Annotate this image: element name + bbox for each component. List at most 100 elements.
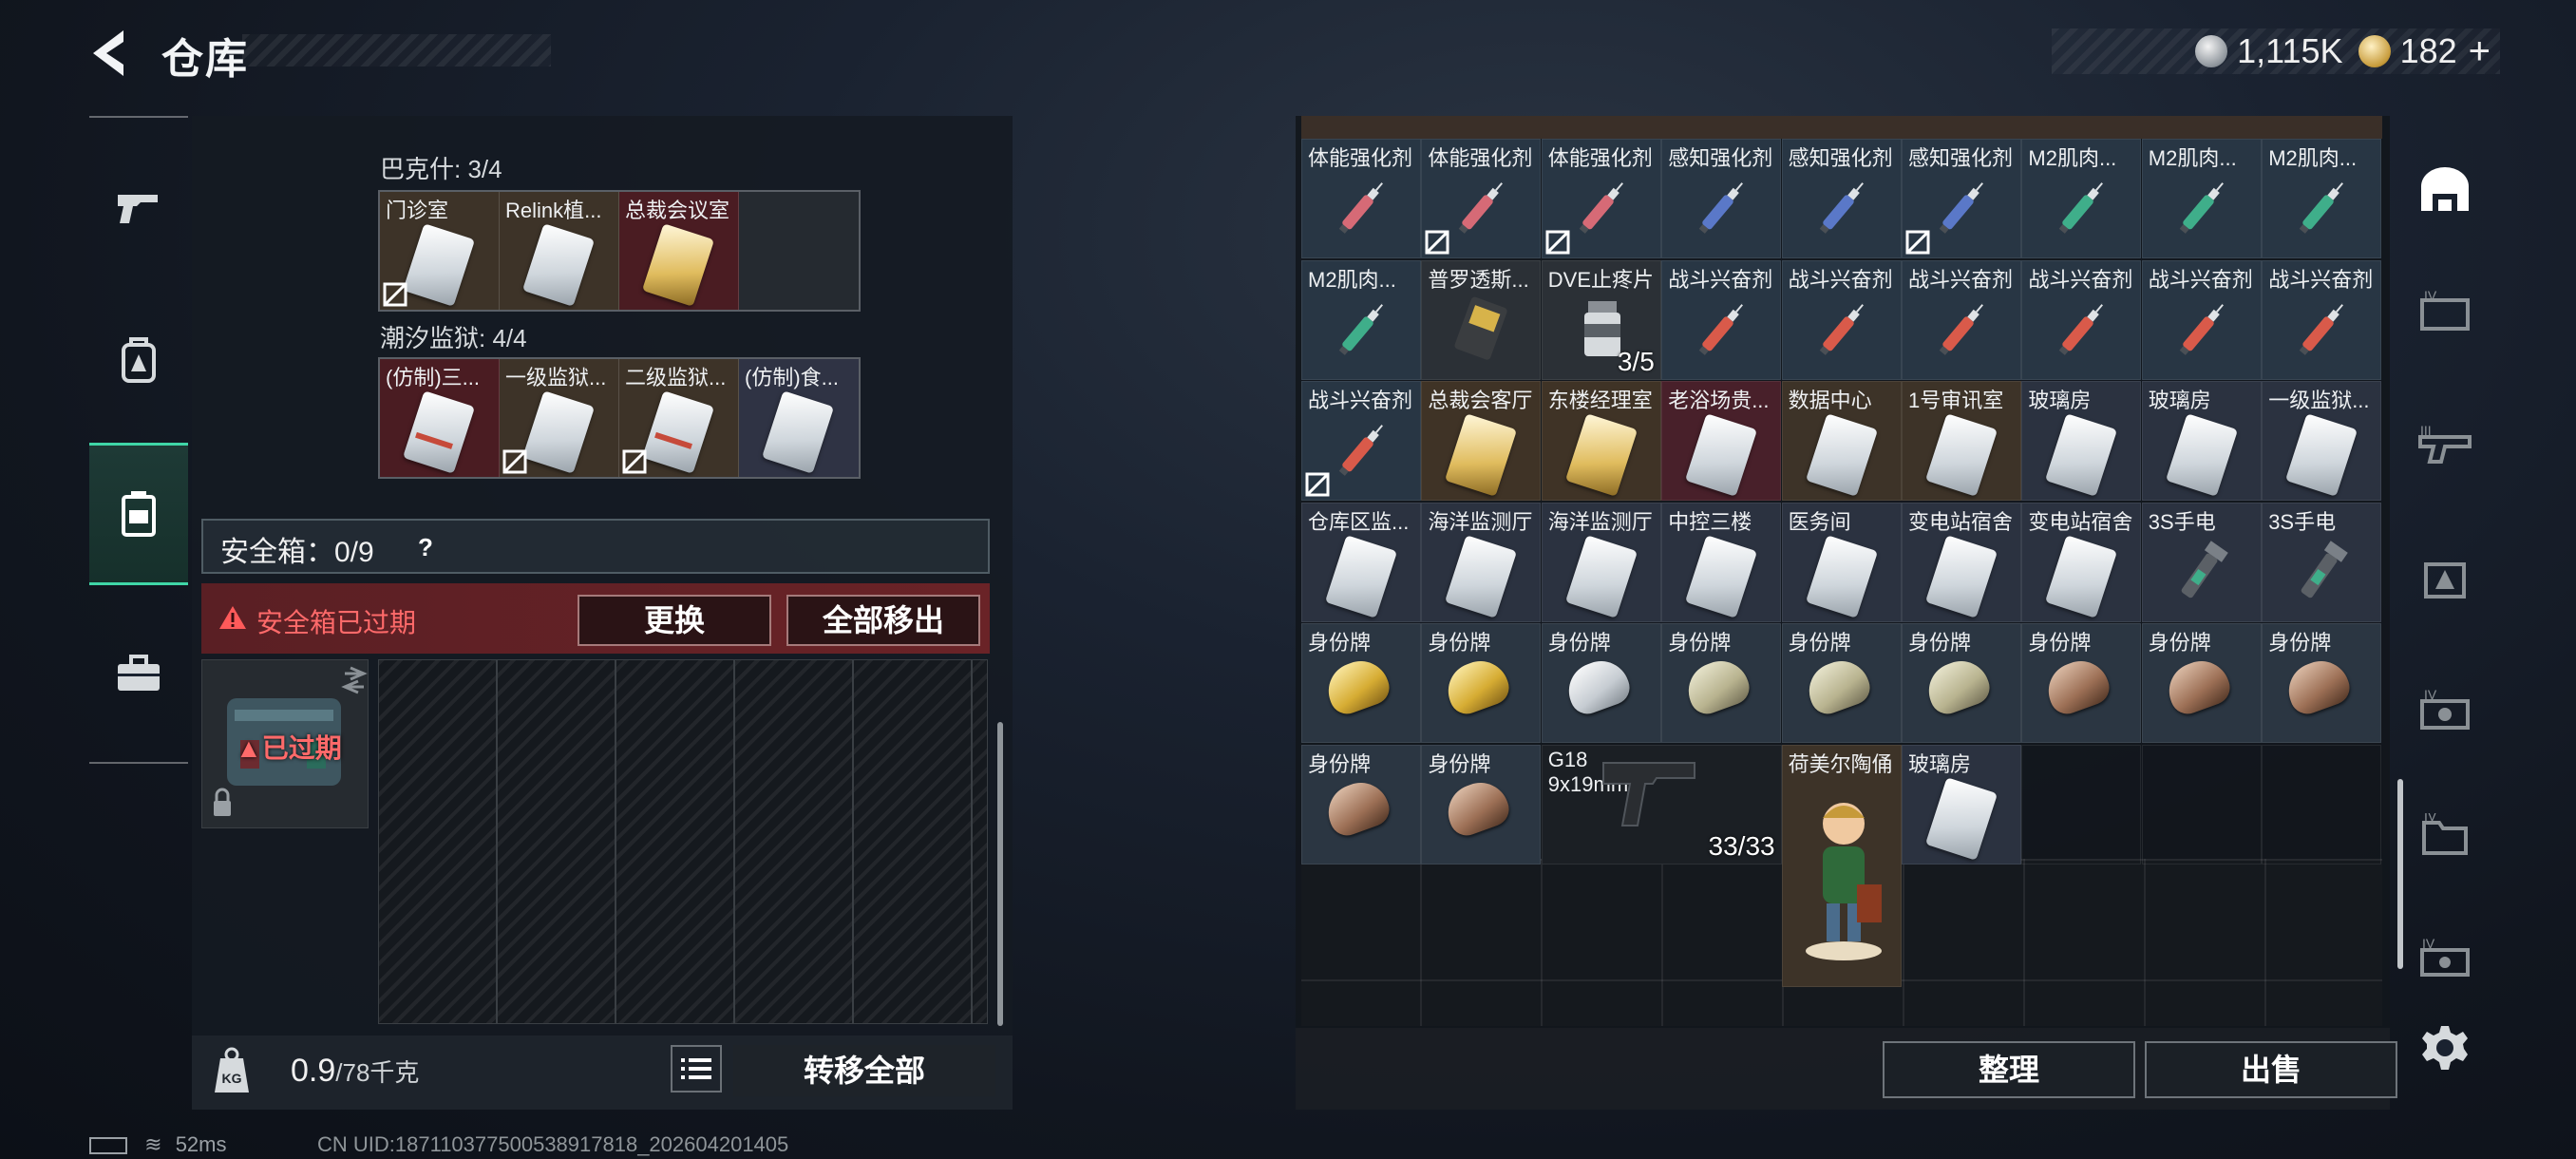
sell-button[interactable]: 出售	[2145, 1041, 2397, 1098]
inventory-item[interactable]: 数据中心	[1781, 381, 1902, 501]
inventory-item[interactable]: 玻璃房	[1902, 744, 2021, 864]
item-cell[interactable]: 总裁会议室	[619, 192, 739, 310]
transfer-all-button[interactable]: 转移全部	[733, 1045, 995, 1096]
list-view-button[interactable]	[671, 1045, 722, 1092]
category-all[interactable]	[2399, 135, 2491, 245]
inventory-item[interactable]: 一级监狱...	[2262, 381, 2382, 501]
inventory-scrollbar[interactable]	[2397, 779, 2403, 969]
inventory-item[interactable]: 海洋监测厅	[1421, 502, 1542, 622]
inventory-item[interactable]: 玻璃房	[2021, 381, 2142, 501]
item-cell[interactable]: (仿制)食...	[739, 359, 859, 477]
item-cell[interactable]: 一级监狱...	[500, 359, 619, 477]
inventory-item[interactable]: 东楼经理室	[1541, 381, 1661, 501]
inventory-item[interactable]: 荷美尔陶俑	[1781, 744, 1902, 987]
stash-scrollbar[interactable]	[997, 722, 1003, 1026]
inventory-item[interactable]: 身份牌	[1421, 744, 1542, 864]
inventory-item[interactable]: 感知强化剂	[1661, 139, 1782, 258]
nav-gear[interactable]	[89, 289, 188, 431]
move-all-button[interactable]: 全部移出	[786, 595, 980, 646]
inventory-item[interactable]: 医务间	[1781, 502, 1902, 622]
back-button[interactable]	[87, 27, 135, 80]
inventory-item[interactable]: 战斗兴奋剂	[1781, 259, 1902, 380]
item-label: 东楼经理室	[1547, 389, 1653, 412]
safebox-grid[interactable]	[378, 659, 988, 1024]
nav-tools[interactable]	[89, 602, 188, 745]
inventory-item[interactable]: 身份牌	[2021, 623, 2142, 743]
inventory-item[interactable]: 感知强化剂	[1781, 139, 1902, 258]
inventory-item[interactable]: 中控三楼	[1661, 502, 1782, 622]
inventory-item[interactable]: 身份牌	[2141, 623, 2262, 743]
item-cell[interactable]: 门诊室	[380, 192, 500, 310]
inventory-item[interactable]: M2肌肉...	[2021, 139, 2142, 258]
injector-icon	[1819, 182, 1864, 234]
inventory-item[interactable]: 身份牌	[1421, 623, 1542, 743]
settings-button[interactable]	[2418, 1022, 2472, 1075]
inventory-item[interactable]: 体能强化剂	[1421, 139, 1542, 258]
inventory-item[interactable]: 身份牌	[2262, 623, 2382, 743]
weight-icon: KG	[211, 1045, 253, 1094]
inventory-item[interactable]: 变电站宿舍	[1902, 502, 2021, 622]
inventory-item[interactable]: 身份牌	[1541, 623, 1661, 743]
inventory-item[interactable]: 身份牌	[1301, 744, 1421, 864]
inventory-item[interactable]: 战斗兴奋剂	[1301, 381, 1421, 501]
currency-gold[interactable]: 182 +	[2358, 30, 2491, 73]
inventory-item[interactable]: 3S手电	[2262, 502, 2382, 622]
inventory-item[interactable]: 体能强化剂	[1541, 139, 1661, 258]
inventory-item[interactable]: 海洋监测厅	[1541, 502, 1661, 622]
inventory-item[interactable]: 身份牌	[1781, 623, 1902, 743]
sort-button[interactable]: 整理	[1883, 1041, 2135, 1098]
category-keys[interactable]: IV	[2399, 657, 2491, 768]
category-armor[interactable]	[2399, 524, 2491, 635]
inventory-item[interactable]: 仓库区监...	[1301, 502, 1421, 622]
nav-weapons[interactable]	[89, 137, 188, 279]
inventory-item[interactable]: M2肌肉...	[2262, 139, 2382, 258]
nav-safebox[interactable]	[89, 443, 188, 585]
inventory-item[interactable]: 身份牌	[1661, 623, 1782, 743]
inventory-empty-cell[interactable]	[2021, 744, 2142, 864]
inventory-item[interactable]: DVE止疼片 3/5	[1541, 259, 1661, 380]
inventory-item[interactable]: 变电站宿舍	[2021, 502, 2142, 622]
other-category-icon: IV	[2420, 937, 2470, 977]
stash-list[interactable]: 巴克什: 3/4 门诊室 Relink植... 总裁会议室 潮汐监狱: 4/4 …	[192, 116, 1013, 515]
item-label: 1号审讯室	[1908, 389, 2004, 412]
inventory-item[interactable]: 战斗兴奋剂	[2021, 259, 2142, 380]
item-label: 身份牌	[1308, 631, 1372, 655]
empty-slot[interactable]	[739, 192, 859, 310]
inventory-item[interactable]: 3S手电	[2141, 502, 2262, 622]
wifi-icon: ≋	[144, 1132, 162, 1156]
category-documents[interactable]: IV	[2399, 781, 2491, 891]
inventory-item[interactable]: M2肌肉...	[2141, 139, 2262, 258]
inventory-empty-cell[interactable]	[2262, 744, 2382, 864]
inventory-item[interactable]: 战斗兴奋剂	[1902, 259, 2021, 380]
item-cell[interactable]: (仿制)三...	[380, 359, 500, 477]
replace-button[interactable]: 更换	[578, 595, 771, 646]
inventory-grid[interactable]: 体能强化剂 体能强化剂 体能强化剂 感知强化剂 感知强化剂 感知强化剂 M2肌肉... M2肌…	[1301, 139, 2382, 1027]
category-other[interactable]: IV	[2399, 904, 2491, 1015]
inventory-item[interactable]: 战斗兴奋剂	[2262, 259, 2382, 380]
injector-icon	[2059, 303, 2104, 355]
inventory-item[interactable]: 体能强化剂	[1301, 139, 1421, 258]
no-trade-icon	[383, 282, 407, 307]
inventory-item[interactable]: M2肌肉...	[1301, 259, 1421, 380]
inventory-item[interactable]: 身份牌	[1301, 623, 1421, 743]
category-cases[interactable]: IV	[2399, 258, 2491, 369]
item-label: DVE止疼片	[1547, 267, 1655, 292]
inventory-item[interactable]: 身份牌	[1902, 623, 2021, 743]
help-icon[interactable]: ?	[407, 528, 445, 566]
inventory-item[interactable]: 普罗透斯...	[1421, 259, 1542, 380]
inventory-empty-cell[interactable]	[2141, 744, 2262, 864]
inventory-item[interactable]: 战斗兴奋剂	[2141, 259, 2262, 380]
currency-silver[interactable]: 1,115K	[2195, 31, 2343, 71]
inventory-item[interactable]: G18 9x19mm 33/33	[1541, 744, 1782, 864]
inventory-item[interactable]: 老浴场贵...	[1661, 381, 1782, 501]
item-cell[interactable]: Relink植...	[500, 192, 619, 310]
keycard-icon	[2285, 413, 2358, 497]
inventory-item[interactable]: 感知强化剂	[1902, 139, 2021, 258]
add-currency-button[interactable]: +	[2469, 30, 2491, 73]
item-cell[interactable]: 二级监狱...	[619, 359, 739, 477]
category-weapons[interactable]: III	[2399, 391, 2491, 502]
inventory-item[interactable]: 1号审讯室	[1902, 381, 2021, 501]
inventory-item[interactable]: 总裁会客厅	[1421, 381, 1542, 501]
inventory-item[interactable]: 玻璃房	[2141, 381, 2262, 501]
inventory-item[interactable]: 战斗兴奋剂	[1661, 259, 1782, 380]
